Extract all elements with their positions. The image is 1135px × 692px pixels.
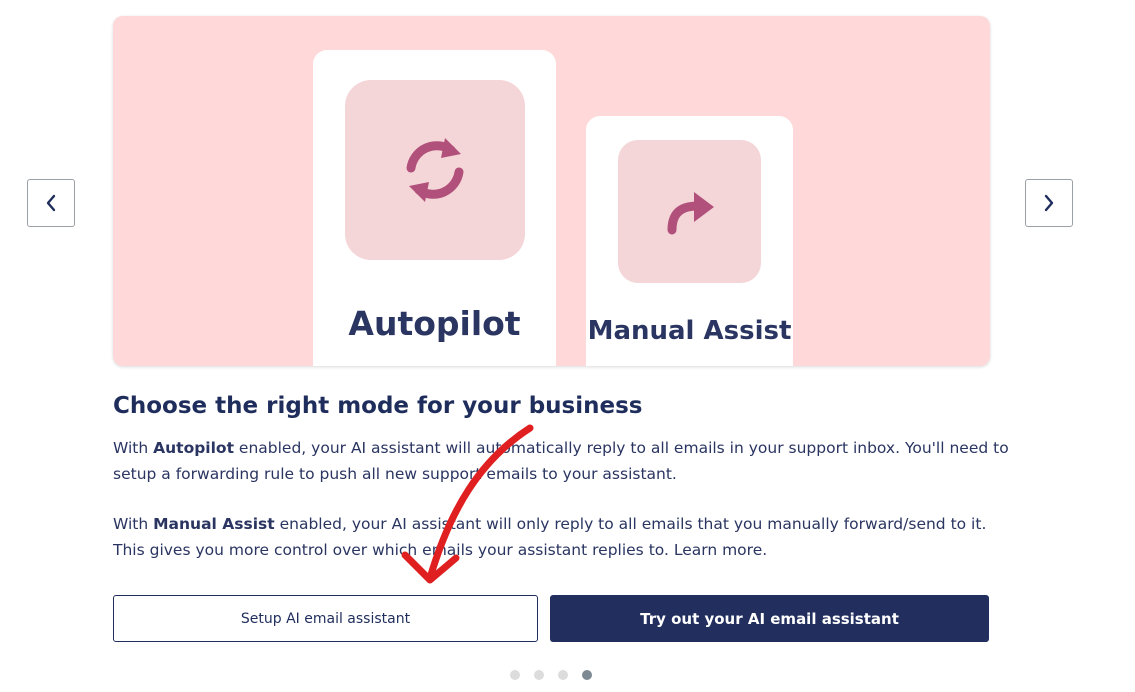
autopilot-description: With Autopilot enabled, your AI assistan…	[113, 439, 1009, 483]
try-ai-email-assistant-button[interactable]: Try out your AI email assistant	[550, 595, 989, 642]
setup-ai-email-assistant-button[interactable]: Setup AI email assistant	[113, 595, 538, 642]
carousel-pagination	[510, 670, 592, 680]
pagination-dot[interactable]	[558, 670, 568, 680]
manual-assist-icon-tile	[618, 140, 761, 283]
carousel-next-button[interactable]	[1025, 179, 1073, 227]
forward-arrow-icon	[667, 191, 714, 234]
carousel-slide: Autopilot Manual Assist	[113, 16, 990, 366]
manual-assist-title: Manual Assist	[587, 316, 792, 346]
pagination-dot-active[interactable]	[582, 670, 592, 680]
manual-assist-card: Manual Assist	[586, 116, 793, 366]
autopilot-title: Autopilot	[348, 304, 521, 343]
pagination-dot[interactable]	[534, 670, 544, 680]
refresh-icon	[406, 138, 464, 202]
pagination-dot[interactable]	[510, 670, 520, 680]
chevron-right-icon	[1044, 194, 1054, 212]
chevron-left-icon	[46, 194, 56, 212]
autopilot-icon-tile	[345, 80, 525, 260]
manual-assist-description: With Manual Assist enabled, your AI assi…	[113, 515, 987, 559]
section-heading: Choose the right mode for your business	[113, 393, 643, 419]
carousel-prev-button[interactable]	[27, 179, 75, 227]
autopilot-card: Autopilot	[313, 50, 556, 366]
